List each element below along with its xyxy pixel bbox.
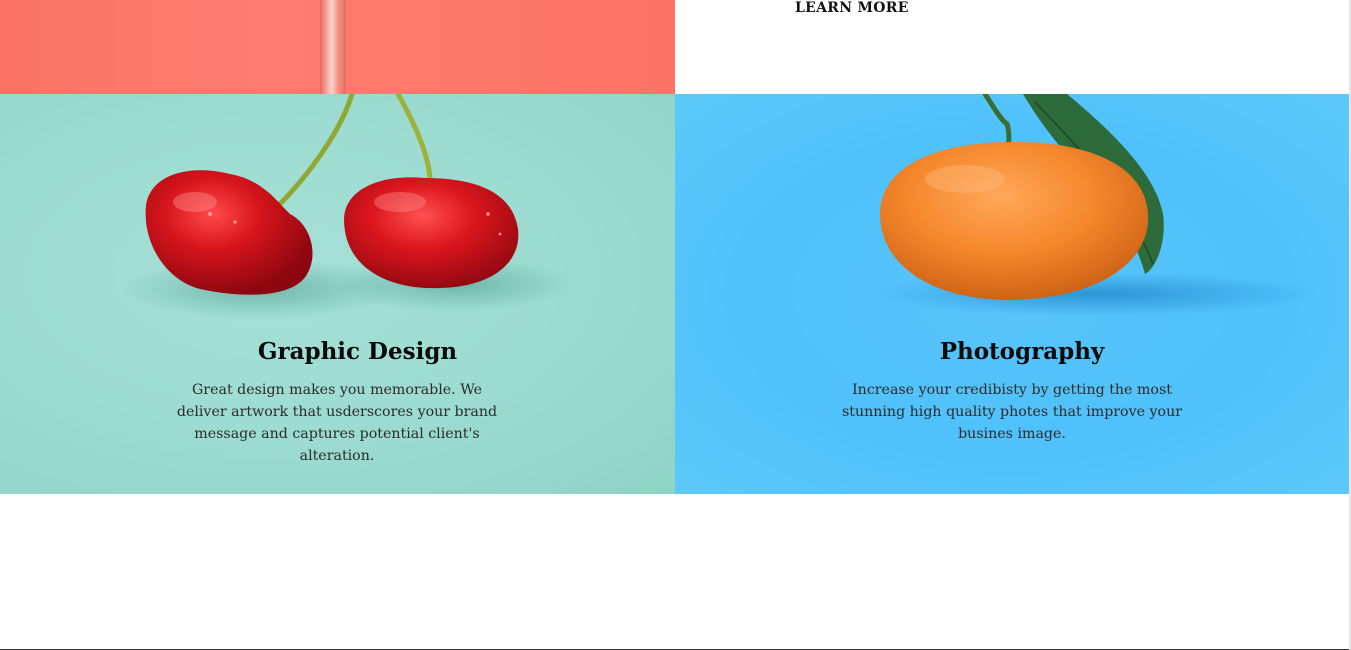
service-description: Increase your credibisty by getting the … [842,382,1182,442]
services-section: Graphic Design Great design makes you me… [0,94,1349,494]
service-title: Graphic Design [257,338,458,365]
blank-section [0,494,1349,649]
service-title: Photography [939,338,1105,365]
straw-image [320,0,346,94]
learn-more-link[interactable]: LEARN MORE [795,0,909,16]
text-panel: LEARN MORE [675,0,1349,94]
service-card-graphic-design[interactable]: Graphic Design Great design makes you me… [0,94,675,494]
service-description: Great design makes you memorable. We del… [176,382,498,464]
top-row: LEARN MORE [0,0,1349,94]
service-card-photography[interactable]: Photography Increase your credibisty by … [675,94,1349,494]
coral-image-panel [0,0,675,94]
